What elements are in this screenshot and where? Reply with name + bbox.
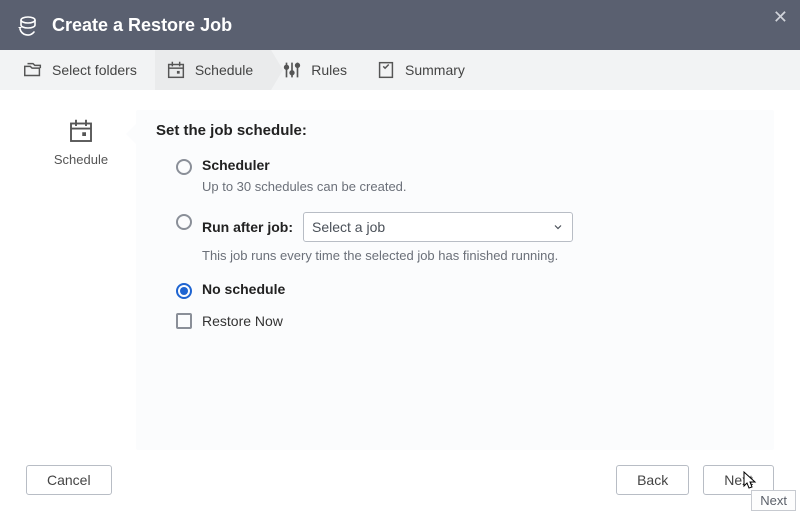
dialog-title: Create a Restore Job — [52, 15, 232, 36]
option-description: Up to 30 schedules can be created. — [202, 179, 754, 194]
calendar-icon — [66, 116, 96, 146]
option-label: Run after job: — [202, 219, 293, 235]
step-label: Summary — [405, 62, 465, 78]
restore-icon — [16, 13, 40, 37]
sidebar-label: Schedule — [26, 152, 136, 167]
sliders-icon — [281, 59, 303, 81]
next-tooltip: Next — [751, 490, 796, 511]
step-rules[interactable]: Rules — [271, 50, 365, 90]
restore-now-checkbox[interactable] — [176, 313, 192, 329]
option-description: This job runs every time the selected jo… — [202, 248, 754, 263]
select-placeholder: Select a job — [312, 219, 385, 235]
step-label: Schedule — [195, 62, 253, 78]
option-label: Scheduler — [202, 157, 754, 173]
schedule-panel: Set the job schedule: Scheduler Up to 30… — [136, 110, 774, 450]
step-label: Select folders — [52, 62, 137, 78]
option-no-schedule[interactable]: No schedule — [156, 281, 754, 299]
step-summary[interactable]: Summary — [365, 50, 483, 90]
dialog-body: Schedule Set the job schedule: Scheduler… — [0, 90, 800, 450]
radio-no-schedule[interactable] — [176, 283, 192, 299]
folders-icon — [22, 59, 44, 81]
close-icon[interactable]: ✕ — [773, 8, 788, 26]
dialog-footer: Cancel Back Next — [0, 465, 800, 495]
option-scheduler[interactable]: Scheduler Up to 30 schedules can be crea… — [156, 157, 754, 194]
step-select-folders[interactable]: Select folders — [12, 50, 155, 90]
checkbox-label: Restore Now — [202, 313, 283, 329]
radio-run-after[interactable] — [176, 214, 192, 230]
dialog-header: Create a Restore Job ✕ — [0, 0, 800, 50]
radio-scheduler[interactable] — [176, 159, 192, 175]
panel-title: Set the job schedule: — [156, 122, 754, 139]
cancel-button[interactable]: Cancel — [26, 465, 112, 495]
step-schedule[interactable]: Schedule — [155, 50, 271, 90]
back-button[interactable]: Back — [616, 465, 689, 495]
wizard-stepper: Select folders Schedule Rules Summary — [0, 50, 800, 90]
step-sidebar: Schedule — [26, 110, 136, 450]
restore-now-row[interactable]: Restore Now — [156, 313, 754, 329]
option-label: No schedule — [202, 281, 754, 297]
option-run-after[interactable]: Run after job: Select a job This job run… — [156, 212, 754, 263]
chevron-down-icon — [552, 221, 564, 233]
step-label: Rules — [311, 62, 347, 78]
calendar-icon — [165, 59, 187, 81]
job-select[interactable]: Select a job — [303, 212, 573, 242]
summary-icon — [375, 59, 397, 81]
